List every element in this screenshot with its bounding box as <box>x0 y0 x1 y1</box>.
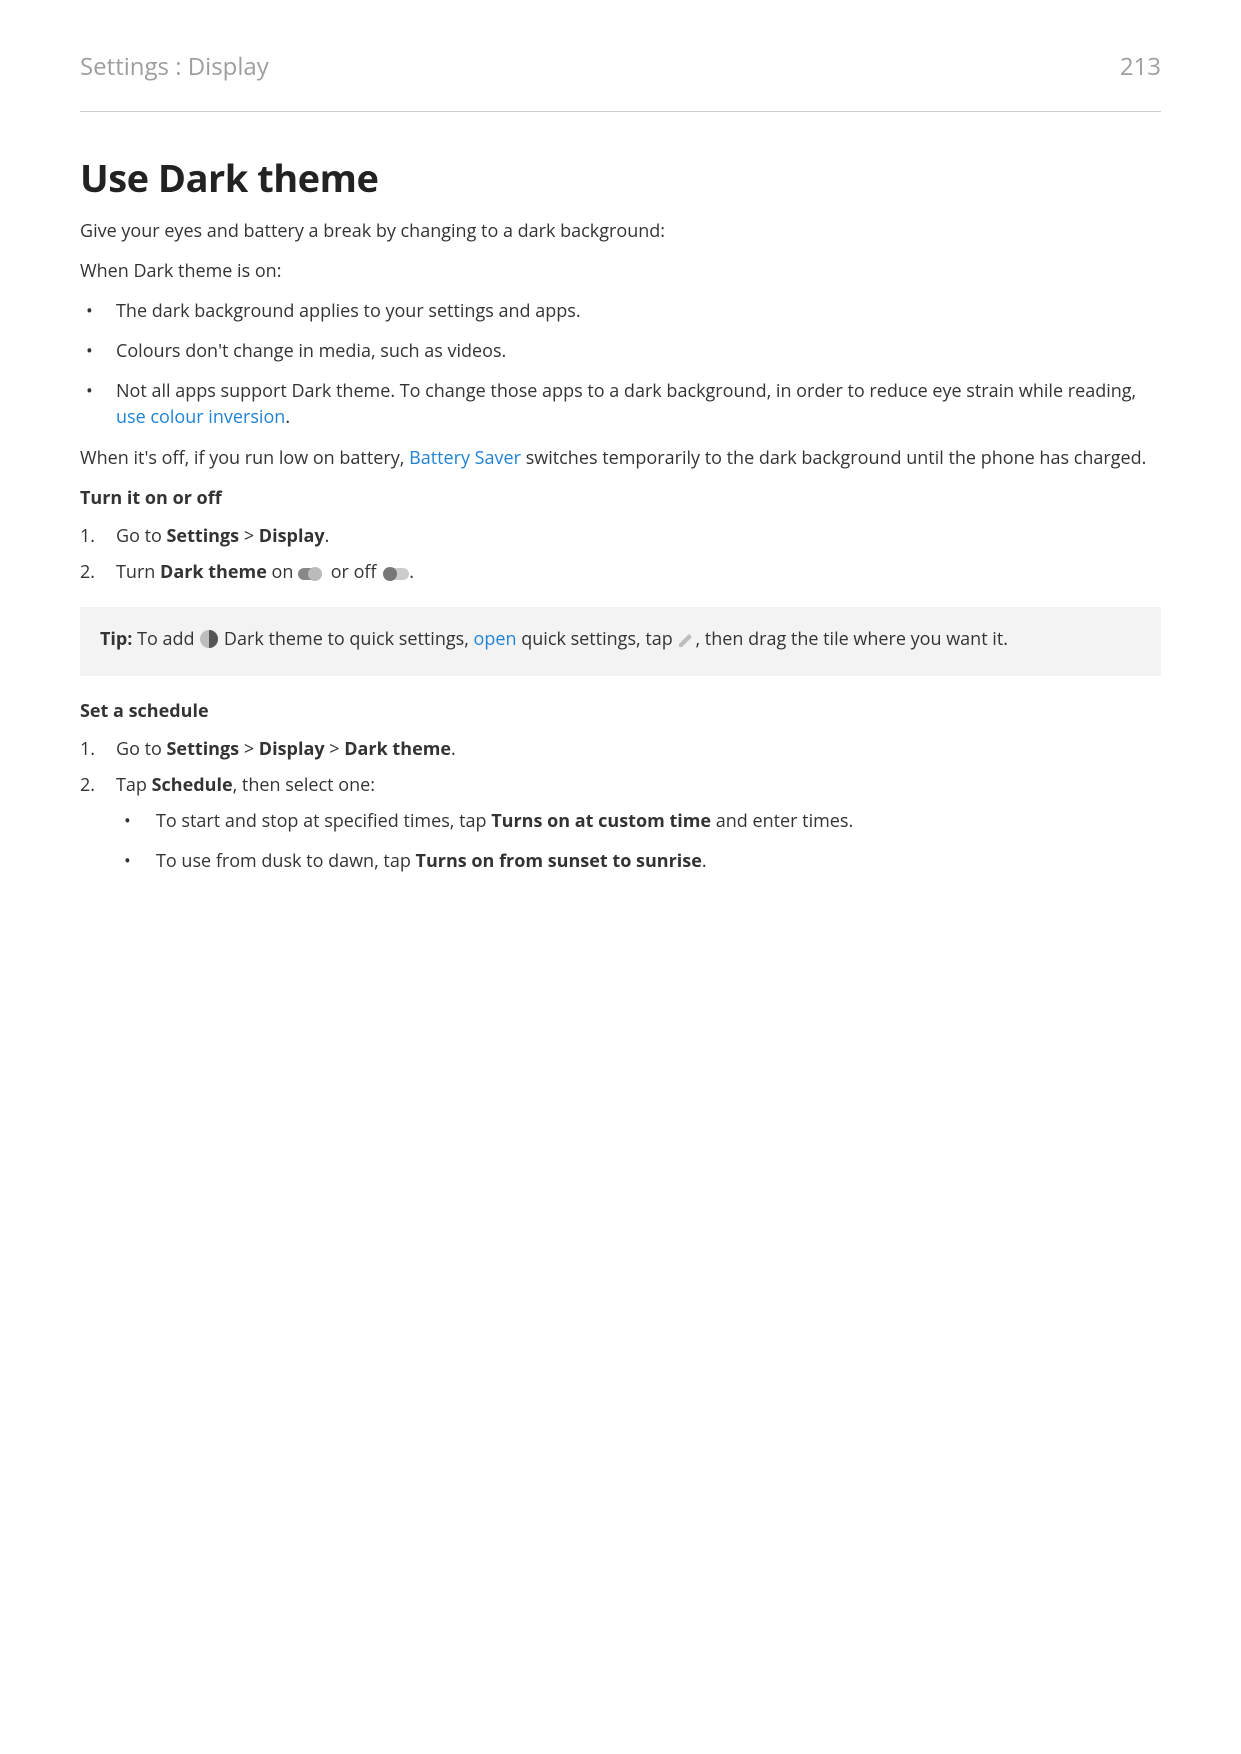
page-container: Settings : Display 213 Use Dark theme Gi… <box>0 0 1241 1754</box>
colour-inversion-link[interactable]: use colour inversion <box>116 405 285 429</box>
text-span: > <box>239 737 259 761</box>
when-on-list: The dark background applies to your sett… <box>80 298 1161 430</box>
text-span: . <box>409 560 414 584</box>
dark-theme-tile-icon <box>199 629 219 658</box>
text-span: , then select one: <box>233 773 375 797</box>
list-item: Colours don't change in media, such as v… <box>80 338 1161 364</box>
sunset-sunrise-label: Turns on from sunset to sunrise <box>416 849 702 873</box>
list-item: Turn Dark theme on or off . <box>80 559 1161 589</box>
schedule-heading: Set a schedule <box>80 698 1161 724</box>
text-span: When it's off, if you run low on battery… <box>80 446 409 470</box>
tip-box: Tip: To add Dark theme to quick settings… <box>80 607 1161 676</box>
text-span: Go to <box>116 737 167 761</box>
text-span: To start and stop at specified times, ta… <box>156 809 491 833</box>
list-item: To start and stop at specified times, ta… <box>116 808 1161 834</box>
text-span: quick settings, tap <box>517 627 678 651</box>
text-span: switches temporarily to the dark backgro… <box>521 446 1146 470</box>
breadcrumb: Settings : Display <box>80 50 269 83</box>
dark-theme-label: Dark theme <box>344 737 451 761</box>
list-item: Tap Schedule, then select one: To start … <box>80 772 1161 874</box>
display-label: Display <box>259 737 325 761</box>
list-item: To use from dusk to dawn, tap Turns on f… <box>116 848 1161 874</box>
display-label: Display <box>259 524 325 548</box>
text-span: Turn <box>116 560 160 584</box>
off-paragraph: When it's off, if you run low on battery… <box>80 445 1161 471</box>
text-span: and enter times. <box>711 809 853 833</box>
pencil-icon <box>677 629 695 658</box>
custom-time-label: Turns on at custom time <box>491 809 711 833</box>
page-number: 213 <box>1120 50 1161 83</box>
toggle-on-icon <box>298 563 326 589</box>
schedule-label: Schedule <box>152 773 233 797</box>
text-span: Tap <box>116 773 152 797</box>
text-span: . <box>285 405 290 429</box>
list-item: The dark background applies to your sett… <box>80 298 1161 324</box>
when-on-label: When Dark theme is on: <box>80 258 1161 284</box>
dark-theme-label: Dark theme <box>160 560 267 584</box>
schedule-options-list: To start and stop at specified times, ta… <box>116 808 1161 874</box>
text-span: . <box>702 849 707 873</box>
turn-steps-list: Go to Settings > Display. Turn Dark them… <box>80 523 1161 589</box>
intro-text: Give your eyes and battery a break by ch… <box>80 218 1161 244</box>
text-span: Go to <box>116 524 167 548</box>
text-span: To add <box>132 627 199 651</box>
schedule-steps-list: Go to Settings > Display > Dark theme. T… <box>80 736 1161 874</box>
text-span: Not all apps support Dark theme. To chan… <box>116 379 1136 403</box>
text-span: To use from dusk to dawn, tap <box>156 849 416 873</box>
list-item: Not all apps support Dark theme. To chan… <box>80 378 1161 430</box>
list-item: Go to Settings > Display. <box>80 523 1161 549</box>
text-span: on <box>267 560 298 584</box>
text-span: or off <box>326 560 381 584</box>
text-span: . <box>451 737 456 761</box>
text-span: . <box>325 524 330 548</box>
text-span: , then drag the tile where you want it. <box>695 627 1008 651</box>
turn-heading: Turn it on or off <box>80 485 1161 511</box>
settings-label: Settings <box>167 524 240 548</box>
page-header: Settings : Display 213 <box>80 50 1161 83</box>
header-divider <box>80 111 1161 112</box>
text-span: Dark theme to quick settings, <box>219 627 473 651</box>
toggle-off-icon <box>381 563 409 589</box>
open-link[interactable]: open <box>474 627 517 651</box>
settings-label: Settings <box>167 737 240 761</box>
battery-saver-link[interactable]: Battery Saver <box>409 446 521 470</box>
text-span: > <box>239 524 259 548</box>
tip-label: Tip: <box>100 627 132 651</box>
text-span: > <box>325 737 345 761</box>
list-item: Go to Settings > Display > Dark theme. <box>80 736 1161 762</box>
page-title: Use Dark theme <box>80 152 1161 204</box>
